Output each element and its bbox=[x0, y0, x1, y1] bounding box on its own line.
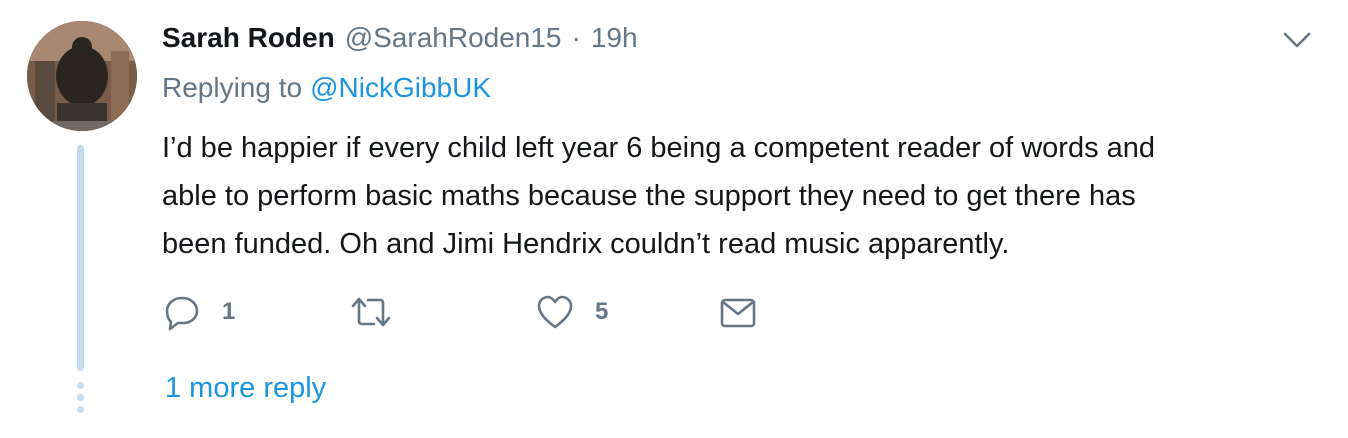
like-button[interactable]: 5 bbox=[535, 290, 608, 334]
direct-message-button[interactable] bbox=[718, 290, 758, 334]
avatar[interactable] bbox=[27, 21, 137, 131]
reply-count: 1 bbox=[222, 298, 236, 325]
thread-dot bbox=[77, 382, 84, 389]
author-name[interactable]: Sarah Roden bbox=[162, 22, 335, 54]
envelope-icon bbox=[720, 298, 756, 328]
tweet-text-line: able to perform basic maths because the … bbox=[162, 180, 1136, 212]
tweet-text-line: been funded. Oh and Jimi Hendrix couldn’… bbox=[162, 228, 1010, 260]
tweet-text-line: I’d be happier if every child left year … bbox=[162, 132, 1156, 164]
reply-button[interactable]: 1 bbox=[162, 290, 235, 334]
replying-to-label: Replying to bbox=[162, 72, 303, 103]
chevron-down-icon bbox=[1283, 32, 1311, 48]
avatar-image bbox=[27, 21, 137, 131]
more-options-button[interactable] bbox=[1280, 25, 1314, 55]
header-separator: · bbox=[571, 22, 581, 53]
replying-to-mention[interactable]: @NickGibbUK bbox=[310, 72, 491, 103]
retweet-button[interactable] bbox=[347, 290, 415, 334]
thread-dot bbox=[77, 406, 84, 413]
thread-line bbox=[77, 145, 84, 371]
author-handle[interactable]: @SarahRoden15 bbox=[345, 22, 562, 54]
tweet: Sarah Roden @SarahRoden15 · 19h Replying… bbox=[0, 0, 1348, 438]
thread-dot bbox=[77, 394, 84, 401]
reply-icon bbox=[165, 296, 199, 331]
like-count: 5 bbox=[595, 298, 609, 325]
retweet-icon bbox=[351, 297, 391, 327]
timestamp[interactable]: 19h bbox=[591, 22, 638, 54]
more-replies-link[interactable]: 1 more reply bbox=[165, 372, 326, 405]
heart-icon bbox=[537, 295, 573, 329]
replying-to: Replying to @NickGibbUK bbox=[162, 72, 491, 104]
tweet-text: I’d be happier if every child left year … bbox=[162, 124, 1312, 268]
tweet-header: Sarah Roden @SarahRoden15 · 19h bbox=[162, 18, 638, 58]
